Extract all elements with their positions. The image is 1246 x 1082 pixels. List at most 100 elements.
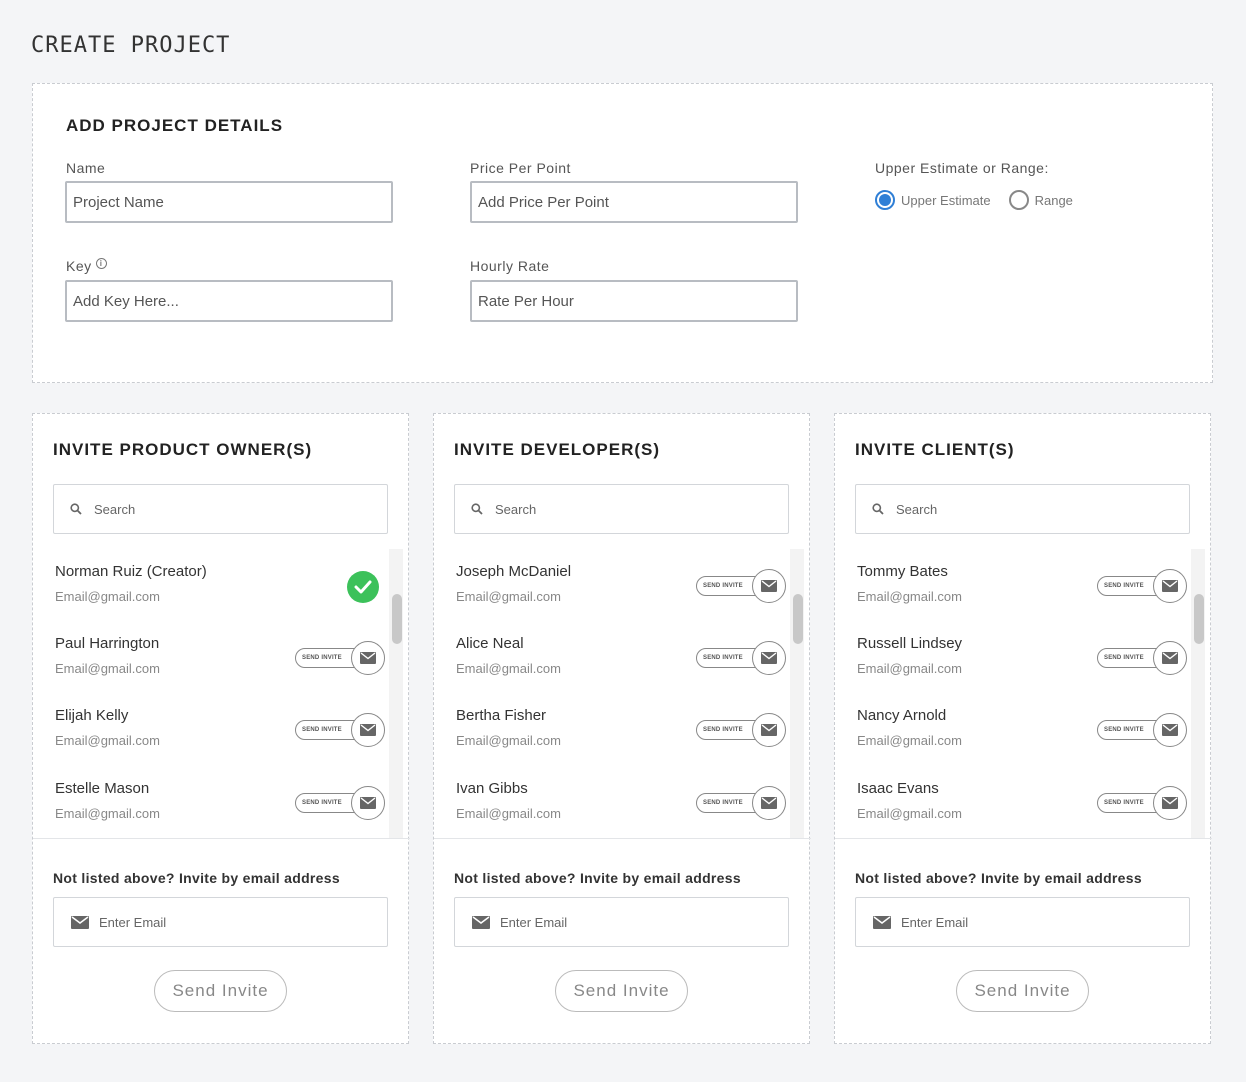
price-label: Price Per Point — [470, 160, 571, 176]
send-invite-button[interactable]: Send Invite — [555, 970, 688, 1012]
scroll-thumb[interactable] — [793, 594, 803, 644]
send-invite-pill-button[interactable]: SEND INVITE — [696, 713, 786, 747]
project-details-card: ADD PROJECT DETAILS Name Price Per Point… — [32, 83, 1213, 383]
key-input[interactable] — [65, 280, 393, 322]
info-icon[interactable]: i — [95, 258, 107, 269]
divider — [434, 838, 811, 839]
member-name: Alice Neal — [456, 635, 524, 652]
send-invite-pill-button[interactable]: SEND INVITE — [1097, 713, 1187, 747]
scrollbar[interactable] — [1191, 549, 1205, 838]
member-email: Email@gmail.com — [456, 733, 561, 748]
search-box[interactable] — [53, 484, 388, 534]
estimate-label: Upper Estimate or Range: — [875, 160, 1049, 176]
send-invite-pill-button[interactable]: SEND INVITE — [295, 641, 385, 675]
mail-icon — [873, 915, 891, 929]
hourly-rate-label: Hourly Rate — [470, 258, 550, 274]
not-listed-label: Not listed above? Invite by email addres… — [454, 870, 741, 886]
key-label: Key i — [66, 258, 107, 274]
invite-card-1: INVITE DEVELOPER(S) Joseph McDaniel Email… — [433, 413, 811, 1044]
email-input[interactable] — [99, 914, 359, 930]
member-name: Tommy Bates — [857, 563, 948, 580]
mail-icon — [1153, 713, 1187, 747]
range-label: Range — [1034, 192, 1073, 208]
send-invite-pill-button[interactable]: SEND INVITE — [295, 713, 385, 747]
member-email: Email@gmail.com — [55, 733, 160, 748]
mail-icon — [71, 915, 89, 929]
list-item: Isaac Evans Email@gmail.com SEND INVITE — [857, 780, 1187, 838]
member-email: Email@gmail.com — [456, 589, 561, 604]
list-item: Elijah Kelly Email@gmail.com SEND INVITE — [55, 707, 385, 767]
divider — [835, 838, 1212, 839]
list-item: Tommy Bates Email@gmail.com SEND INVITE — [857, 563, 1187, 623]
list-item: Alice Neal Email@gmail.com SEND INVITE — [456, 635, 786, 695]
scroll-thumb[interactable] — [392, 594, 402, 644]
name-label: Name — [66, 160, 106, 176]
list-item: Ivan Gibbs Email@gmail.com SEND INVITE — [456, 780, 786, 838]
scrollbar[interactable] — [790, 549, 804, 838]
email-box[interactable] — [454, 897, 789, 947]
search-box[interactable] — [454, 484, 789, 534]
email-input[interactable] — [500, 914, 760, 930]
upper-estimate-radio[interactable] — [875, 190, 895, 210]
send-invite-pill-button[interactable]: SEND INVITE — [1097, 641, 1187, 675]
list-item: Russell Lindsey Email@gmail.com SEND INVIT… — [857, 635, 1187, 695]
scrollbar[interactable] — [389, 549, 403, 838]
send-invite-pill-button[interactable]: SEND INVITE — [1097, 786, 1187, 820]
mail-icon — [472, 915, 490, 929]
email-box[interactable] — [855, 897, 1190, 947]
send-invite-button[interactable]: Send Invite — [154, 970, 287, 1012]
member-email: Email@gmail.com — [857, 733, 962, 748]
mail-icon — [351, 641, 385, 675]
send-invite-pill-button[interactable]: SEND INVITE — [696, 786, 786, 820]
send-invite-pill-button[interactable]: SEND INVITE — [1097, 569, 1187, 603]
list-item: Bertha Fisher Email@gmail.com SEND INVITE — [456, 707, 786, 767]
member-name: Paul Harrington — [55, 635, 160, 652]
details-title: ADD PROJECT DETAILS — [66, 116, 284, 135]
email-box[interactable] — [53, 897, 388, 947]
member-name: Bertha Fisher — [456, 707, 547, 724]
send-invite-button[interactable]: Send Invite — [956, 970, 1089, 1012]
invite-card-0: INVITE PRODUCT OWNER(S) Norman Ruiz (Cre… — [32, 413, 410, 1044]
not-listed-label: Not listed above? Invite by email addres… — [53, 870, 340, 886]
hourly-rate-input[interactable] — [470, 280, 798, 322]
search-input[interactable] — [495, 501, 765, 517]
list-item: Norman Ruiz (Creator) Email@gmail.com — [55, 563, 385, 623]
send-invite-pill-button[interactable]: SEND INVITE — [696, 641, 786, 675]
list-item: Estelle Mason Email@gmail.com SEND INVITE — [55, 780, 385, 838]
mail-icon — [752, 641, 786, 675]
member-email: Email@gmail.com — [55, 589, 160, 604]
mail-icon — [752, 569, 786, 603]
search-box[interactable] — [855, 484, 1190, 534]
card-title: INVITE PRODUCT OWNER(S) — [53, 440, 313, 459]
member-email: Email@gmail.com — [857, 589, 962, 604]
search-icon — [471, 503, 483, 515]
price-per-point-input[interactable] — [470, 181, 798, 223]
mail-icon — [1153, 786, 1187, 820]
member-list: Tommy Bates Email@gmail.com SEND INVITE Rus… — [835, 549, 1212, 838]
search-input[interactable] — [94, 501, 364, 517]
member-email: Email@gmail.com — [456, 661, 561, 676]
list-item: Paul Harrington Email@gmail.com SEND INVIT… — [55, 635, 385, 695]
member-name: Ivan Gibbs — [456, 780, 528, 797]
mail-icon — [752, 786, 786, 820]
member-name: Elijah Kelly — [55, 707, 129, 724]
project-name-input[interactable] — [65, 181, 393, 223]
search-icon — [70, 503, 82, 515]
list-item: Nancy Arnold Email@gmail.com SEND INVITE — [857, 707, 1187, 767]
search-input[interactable] — [896, 501, 1166, 517]
member-list: Joseph McDaniel Email@gmail.com SEND INVIT… — [434, 549, 811, 838]
mail-icon — [351, 713, 385, 747]
card-title: INVITE DEVELOPER(S) — [454, 440, 661, 459]
mail-icon — [351, 786, 385, 820]
member-name: Russell Lindsey — [857, 635, 963, 652]
range-radio[interactable] — [1008, 190, 1029, 210]
email-input[interactable] — [901, 914, 1161, 930]
member-name: Norman Ruiz (Creator) — [55, 563, 207, 580]
member-email: Email@gmail.com — [857, 806, 962, 821]
send-invite-pill-button[interactable]: SEND INVITE — [696, 569, 786, 603]
scroll-thumb[interactable] — [1194, 594, 1204, 644]
page-title: CREATE PROJECT — [31, 33, 231, 58]
member-email: Email@gmail.com — [55, 806, 160, 821]
search-icon — [872, 503, 884, 515]
send-invite-pill-button[interactable]: SEND INVITE — [295, 786, 385, 820]
